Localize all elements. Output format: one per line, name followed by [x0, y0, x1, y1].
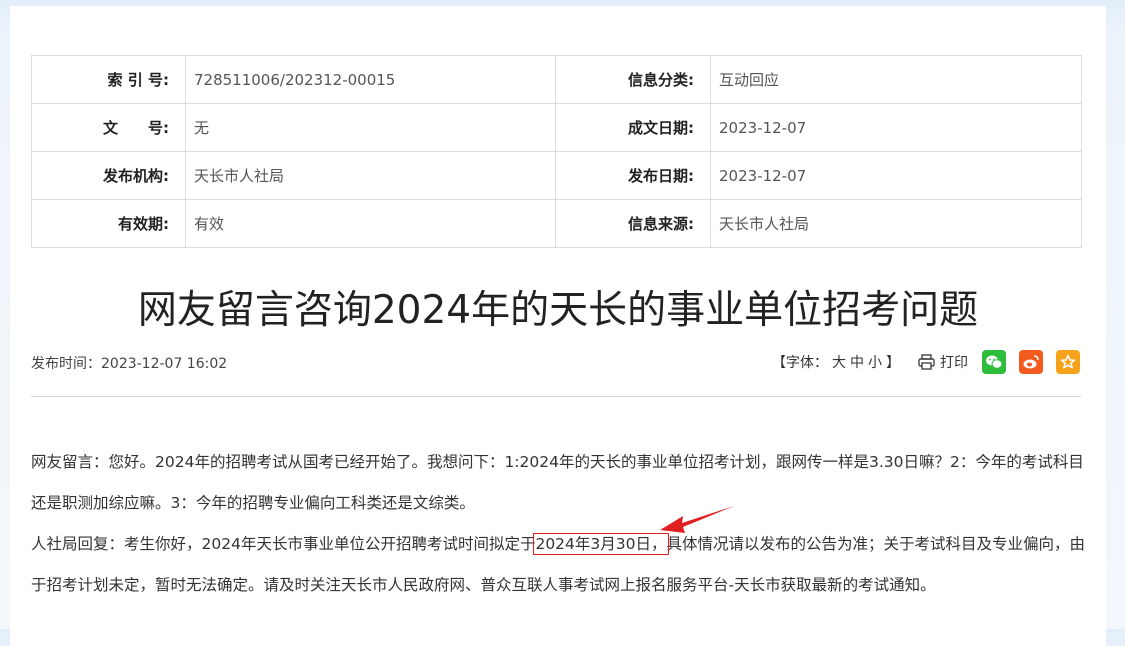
print-label: 打印: [940, 355, 968, 371]
index-number-value: 728511006/202312-00015: [185, 55, 556, 104]
article-title: 网友留言咨询2024年的天长的事业单位招考问题: [137, 288, 979, 333]
print-button[interactable]: 打印: [918, 352, 968, 372]
font-size-switcher: 【字体： 大 中 小 】: [770, 352, 902, 372]
publish-date-label: 发布日期:: [555, 151, 711, 200]
validity-value: 有效: [185, 199, 556, 248]
info-source-label: 信息来源:: [555, 199, 711, 248]
document-number-label: 文 号:: [31, 103, 186, 152]
wechat-icon: [986, 355, 1003, 369]
publish-date-value: 2023-12-07: [710, 151, 1082, 200]
font-size-small-link[interactable]: 小: [868, 352, 882, 372]
written-date-value: 2023-12-07: [710, 103, 1082, 152]
meta-row: 发布机构: 天长市人社局 发布日期: 2023-12-07: [31, 151, 1082, 200]
meta-row: 索 引 号: 728511006/202312-00015 信息分类: 互动回应: [31, 55, 1082, 104]
question-paragraph: 网友留言：您好。2024年的招聘考试从国考已经开始了。我想问下：1:2024年的…: [31, 453, 1084, 512]
share-weibo-button[interactable]: [1019, 350, 1043, 374]
print-icon: [918, 354, 935, 370]
reply-paragraph: 人社局回复：考生你好，2024年天长市事业单位公开招聘考试时间拟定于2024年3…: [31, 524, 1091, 606]
font-size-prefix: 【字体：: [772, 355, 828, 371]
publisher-value: 天长市人社局: [185, 151, 556, 200]
font-size-suffix: 】: [886, 355, 900, 371]
reply-text-before: 人社局回复：考生你好，2024年天长市事业单位公开招聘考试时间拟定于: [31, 535, 536, 553]
meta-row: 有效期: 有效 信息来源: 天长市人社局: [31, 199, 1082, 248]
weibo-icon: [1023, 355, 1039, 369]
share-wechat-button[interactable]: [982, 350, 1006, 374]
document-number-value: 无: [185, 103, 556, 152]
publish-time: 发布时间：2023-12-07 16:02: [31, 356, 228, 372]
validity-label: 有效期:: [31, 199, 186, 248]
red-arrow-icon: [660, 506, 734, 533]
article-body: 网友留言：您好。2024年的招聘考试从国考已经开始了。我想问下：1:2024年的…: [31, 442, 1091, 606]
highlighted-exam-date: 2024年3月30日，: [533, 533, 669, 555]
info-category-label: 信息分类:: [555, 55, 711, 104]
font-size-medium-link[interactable]: 中: [850, 352, 864, 372]
favorite-button[interactable]: [1056, 350, 1080, 374]
favorite-star-icon: [1060, 354, 1076, 369]
font-size-large-link[interactable]: 大: [832, 352, 846, 372]
meta-row: 文 号: 无 成文日期: 2023-12-07: [31, 103, 1082, 152]
index-number-label: 索 引 号:: [31, 55, 186, 104]
info-metadata-table: 索 引 号: 728511006/202312-00015 信息分类: 互动回应…: [31, 55, 1082, 248]
article-toolbar: 【字体： 大 中 小 】 打印: [770, 350, 1080, 374]
written-date-label: 成文日期:: [555, 103, 711, 152]
content-page: 索 引 号: 728511006/202312-00015 信息分类: 互动回应…: [10, 6, 1106, 646]
info-category-value: 互动回应: [710, 55, 1082, 104]
content-divider: [31, 396, 1081, 397]
publisher-label: 发布机构:: [31, 151, 186, 200]
info-source-value: 天长市人社局: [710, 199, 1082, 248]
